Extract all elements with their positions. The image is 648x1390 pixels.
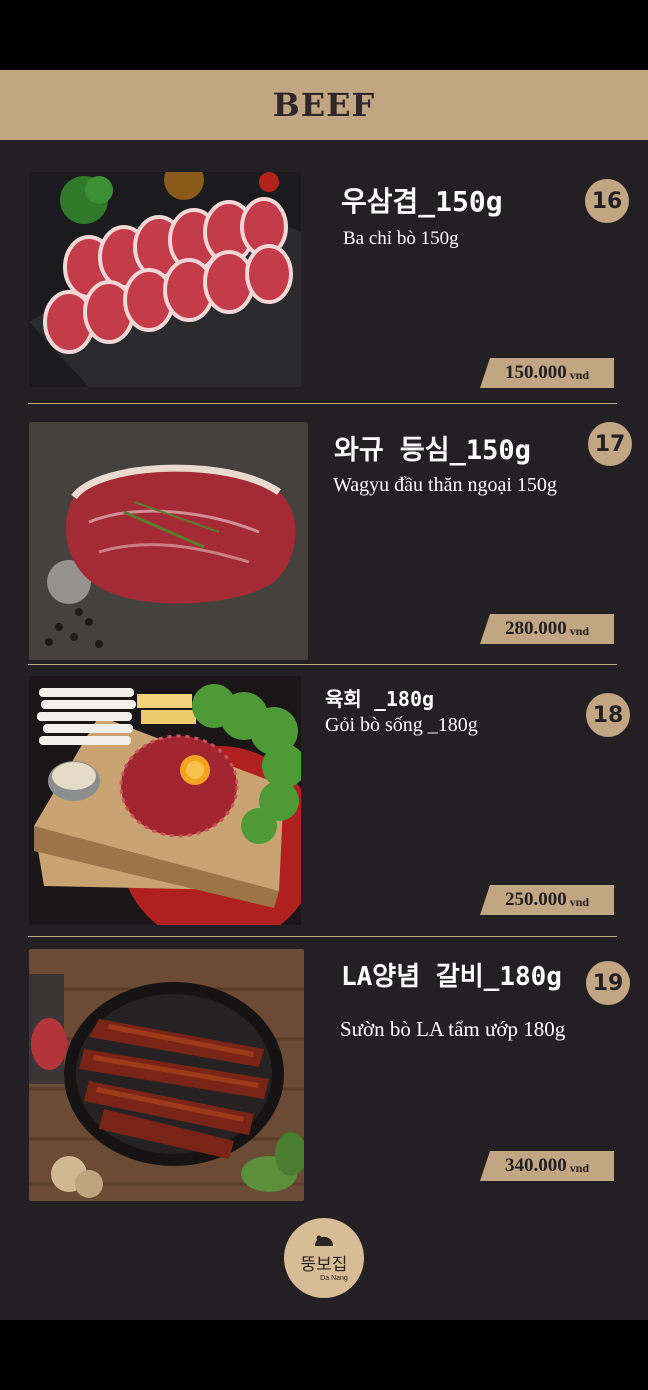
price-amount: 280.000 [504, 618, 567, 639]
price-tag: 280.000 vnd [480, 614, 614, 644]
price-amount: 150.000 [504, 362, 567, 383]
item-korean-name: LA양념 갈비_180g [341, 962, 562, 992]
item-number-badge: 19 [586, 961, 630, 1005]
item-number-badge: 18 [586, 693, 630, 737]
item-vietnamese-name: Wagyu đầu thăn ngoại 150g [333, 474, 557, 496]
rolled-beef-belly-photo [29, 172, 301, 387]
price-currency: vnd [569, 367, 590, 382]
item-korean-name: 육회 _180g [325, 687, 435, 711]
price-currency: vnd [569, 623, 590, 638]
beef-tartare-photo [29, 676, 301, 925]
price-tag: 340.000 vnd [480, 1151, 614, 1181]
item-vietnamese-name: Ba chỉ bò 150g [343, 228, 459, 249]
price-tag: 250.000 vnd [480, 885, 614, 915]
price-amount: 340.000 [504, 1155, 567, 1176]
item-number-badge: 16 [585, 179, 629, 223]
item-korean-name: 와규 등심_150g [334, 435, 531, 466]
price-tag: 150.000 vnd [480, 358, 614, 388]
price-currency: vnd [569, 1160, 590, 1175]
marinated-short-ribs-photo [29, 949, 304, 1201]
item-number-badge: 17 [588, 422, 632, 466]
item-vietnamese-name: Sườn bò LA tẩm ướp 180g [340, 1017, 566, 1041]
pig-icon [315, 1235, 333, 1246]
price-currency: vnd [569, 894, 590, 909]
item-divider [28, 403, 617, 404]
menu-panel: 우삼겹_150g Ba chỉ bò 150g 16 150.000 vnd 와… [0, 140, 648, 1320]
logo-city-text: Da Nang [320, 1275, 348, 1282]
category-title: BEEF [272, 86, 376, 124]
item-divider [28, 936, 617, 937]
price-amount: 250.000 [504, 889, 567, 910]
item-divider [28, 664, 617, 665]
wagyu-steak-photo [29, 422, 308, 660]
item-korean-name: 우삼겹_150g [341, 185, 503, 218]
restaurant-logo: 뚱보집 Da Nang [284, 1218, 364, 1298]
item-vietnamese-name: Gỏi bò sống _180g [325, 714, 478, 736]
logo-korean-text: 뚱보집 [300, 1255, 348, 1275]
category-header: BEEF [0, 70, 648, 140]
